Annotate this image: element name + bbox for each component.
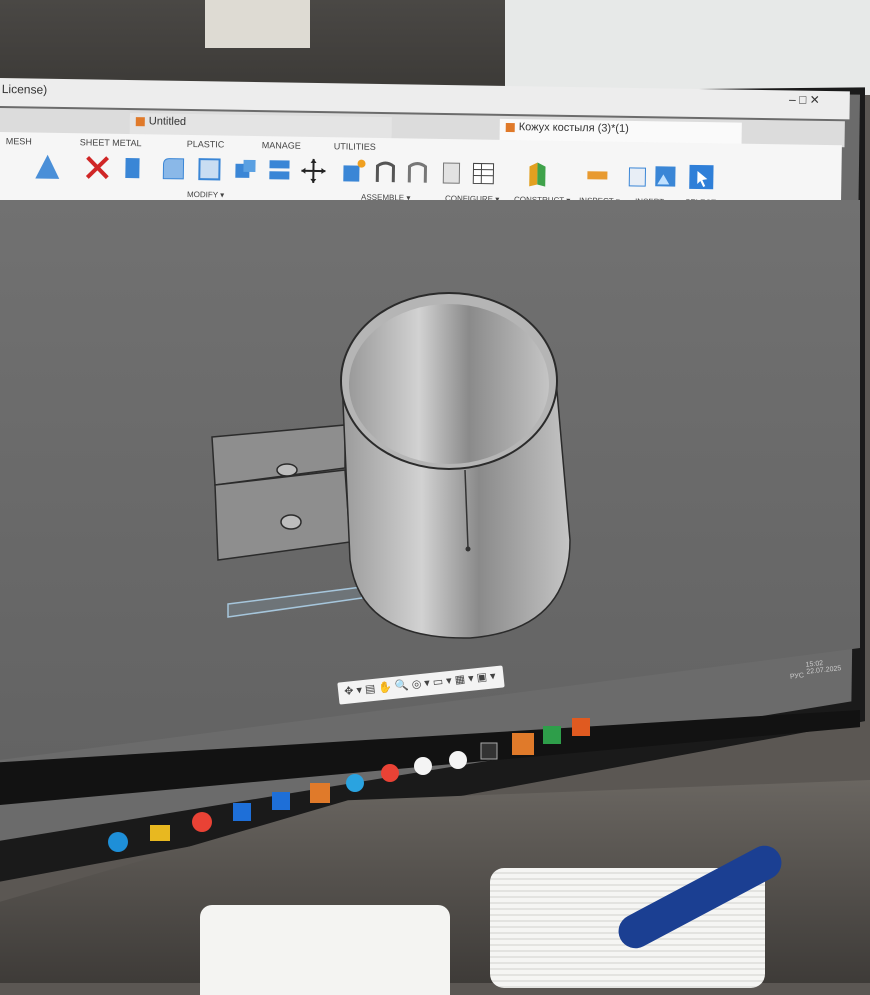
app-green-icon: [543, 726, 561, 744]
folder-icon: [150, 825, 170, 841]
white-mug: [200, 905, 450, 995]
chrome-icon: [381, 764, 399, 782]
app-icon: [414, 757, 432, 775]
telegram-icon: [346, 774, 364, 792]
app-orange-icon: [310, 783, 330, 803]
telegram-icon: [512, 733, 534, 755]
edge-icon: [108, 832, 128, 852]
steam-icon: [449, 751, 467, 769]
chrome-icon: [192, 812, 212, 832]
app-diamond-icon: [272, 792, 290, 810]
fusion-icon: [572, 718, 590, 736]
terminal-icon: [480, 742, 498, 760]
app-c-icon: [233, 803, 251, 821]
